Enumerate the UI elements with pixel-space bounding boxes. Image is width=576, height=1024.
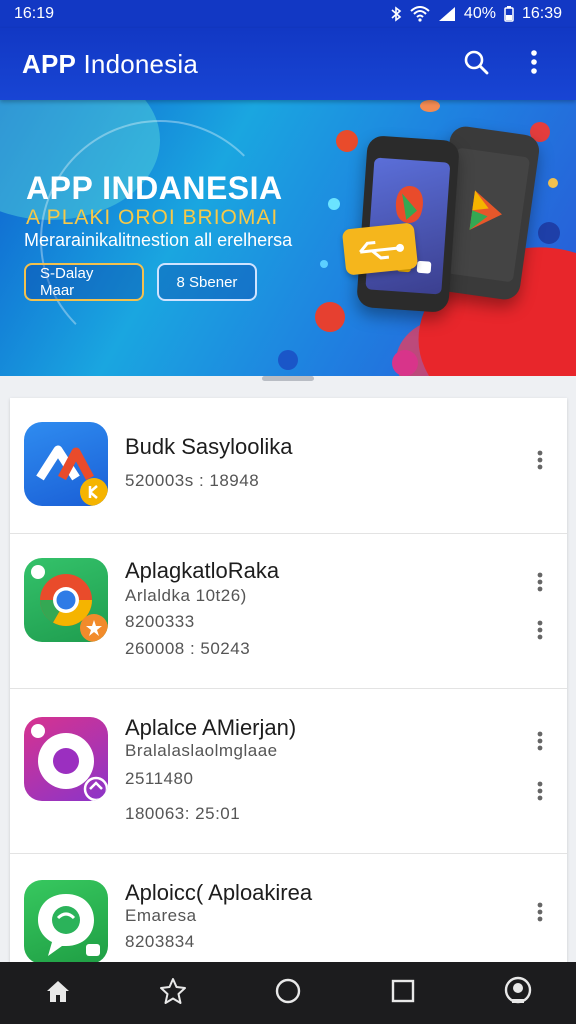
app-meta-line: 520003s : 18948	[125, 471, 260, 490]
more-vert-icon	[537, 450, 543, 475]
item-menu-button[interactable]	[528, 900, 552, 928]
app-name: Aplalce AMierjan)	[125, 715, 297, 740]
usb-card-icon	[341, 222, 419, 276]
overflow-menu-button[interactable]	[514, 44, 554, 84]
status-bar: 16:19 40% 16:39	[0, 0, 576, 28]
app-icon-purple	[24, 717, 108, 801]
banner-primary-button[interactable]: S-Dalay Maar	[24, 263, 144, 301]
app-icon-blue	[24, 422, 108, 506]
signal-icon	[438, 6, 456, 22]
app-meta-line: 180063: 25:01	[125, 804, 241, 823]
banner-page-indicator	[262, 376, 314, 381]
nav-account-button[interactable]	[490, 965, 546, 1021]
more-vert-icon	[537, 620, 543, 645]
bluetooth-icon	[390, 6, 402, 22]
decor-dot	[336, 130, 358, 152]
battery-text: 40%	[463, 5, 496, 22]
decor-dot	[328, 198, 340, 210]
list-item[interactable]: Aploicc( Aploakirea Emaresa 8203834	[10, 854, 567, 968]
search-icon	[463, 49, 489, 80]
banner-tagline: Merarainikalitnestion all erelhersa	[24, 230, 293, 250]
more-vert-icon	[537, 902, 543, 927]
nav-home-circle-button[interactable]	[260, 965, 316, 1021]
app-title: APP Indonesia	[22, 49, 438, 80]
decor-dot	[420, 100, 440, 112]
more-vert-icon	[537, 731, 543, 756]
decor-dot	[392, 350, 418, 376]
decor-dot	[315, 302, 345, 332]
decor-dot	[548, 178, 558, 188]
search-button[interactable]	[456, 44, 496, 84]
app-title-bold: APP	[22, 48, 77, 79]
banner-secondary-button[interactable]: 8 Sbener	[157, 263, 257, 301]
app-meta-line: 2511480	[125, 769, 194, 788]
more-vert-icon	[530, 49, 538, 80]
app-meta-line: 260008 : 50243	[125, 639, 251, 658]
account-icon	[503, 976, 533, 1011]
nav-favorites-button[interactable]	[145, 965, 201, 1021]
app-name: Aploicc( Aploakirea	[125, 880, 313, 905]
app-meta-line: 8203834	[125, 932, 195, 951]
app-list: Budk Sasyloolika 520003s : 18948 Aplagka…	[10, 398, 567, 968]
app-meta-line: Bralalaslaolmglaae	[125, 741, 278, 760]
more-vert-icon	[537, 572, 543, 597]
star-icon	[159, 977, 187, 1010]
wifi-icon	[410, 6, 430, 22]
list-item[interactable]: Aplalce AMierjan) Bralalaslaolmglaae 251…	[10, 689, 567, 854]
decor-dot	[538, 222, 560, 244]
nav-recents-button[interactable]	[375, 965, 431, 1021]
app-bar: APP Indonesia	[0, 28, 576, 100]
app-title-rest: Indonesia	[76, 48, 199, 79]
app-icon-green	[24, 880, 108, 964]
banner-headline: APP INDANESIA	[26, 170, 283, 206]
nav-home-button[interactable]	[30, 965, 86, 1021]
screen: 16:19 40% 16:39 APP Indonesia APP INDANE…	[0, 0, 576, 1024]
status-time: 16:19	[14, 5, 55, 22]
status-clock-right: 16:39	[521, 5, 562, 22]
square-icon	[391, 979, 415, 1008]
item-menu-button[interactable]	[528, 729, 552, 757]
app-icon-chrome	[24, 558, 108, 642]
app-meta-line: Emaresa	[125, 906, 197, 925]
list-item[interactable]: AplagkatloRaka Arlaldka 10t26) 8200333 2…	[10, 534, 567, 689]
home-icon	[45, 979, 71, 1008]
circle-icon	[274, 977, 302, 1010]
decor-dot	[278, 350, 298, 370]
more-vert-icon	[537, 781, 543, 806]
promo-banner[interactable]: APP INDANESIA A PLAKI OROI BRIOMAI Merar…	[0, 100, 576, 376]
decor-dot	[320, 260, 328, 268]
item-menu-button[interactable]	[528, 448, 552, 476]
item-secondary-menu-button[interactable]	[528, 779, 552, 807]
app-meta-line: 8200333	[125, 612, 195, 631]
banner-subtitle: A PLAKI OROI BRIOMAI	[26, 206, 279, 229]
item-secondary-menu-button[interactable]	[528, 618, 552, 646]
battery-icon	[504, 6, 514, 22]
app-meta-line: Arlaldka 10t26)	[125, 586, 247, 605]
bottom-navigation-bar	[0, 962, 576, 1024]
app-name: AplagkatloRaka	[125, 558, 280, 583]
item-menu-button[interactable]	[528, 570, 552, 598]
list-item[interactable]: Budk Sasyloolika 520003s : 18948	[10, 398, 567, 534]
app-name: Budk Sasyloolika	[125, 434, 293, 459]
